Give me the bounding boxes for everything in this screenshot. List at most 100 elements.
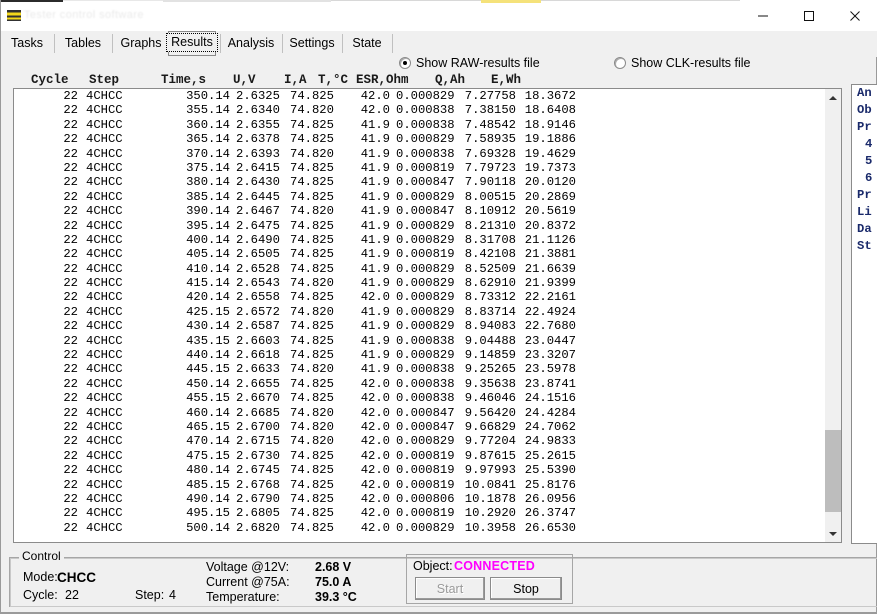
- cell-esr: 0.000829: [396, 319, 455, 334]
- table-row[interactable]: 22 4CHCC 440.14 2.6618 74.825 41.9 0.000829 9.1…: [14, 348, 825, 362]
- cell-time: 445.15: [186, 362, 230, 377]
- side-list-item[interactable]: An: [852, 85, 877, 102]
- results-vertical-scrollbar[interactable]: [825, 88, 842, 543]
- close-icon: [850, 10, 860, 21]
- side-list-item[interactable]: 6: [852, 170, 877, 187]
- cell-voltage: 2.6528: [236, 261, 280, 276]
- tab-tasks[interactable]: Tasks: [5, 31, 49, 56]
- tab-tables[interactable]: Tables: [58, 31, 108, 56]
- cell-current: 74.820: [290, 362, 334, 377]
- close-button[interactable]: [832, 0, 877, 31]
- table-row[interactable]: 22 4CHCC 385.14 2.6445 74.825 41.9 0.000829 8.0…: [14, 190, 825, 204]
- cell-esr: 0.000847: [396, 405, 455, 420]
- radio-show-raw-results[interactable]: Show RAW-results file: [399, 56, 540, 70]
- table-row[interactable]: 22 4CHCC 400.14 2.6490 74.825 41.9 0.000829 8.3…: [14, 233, 825, 247]
- cell-charge: 9.87615: [464, 448, 516, 463]
- table-row[interactable]: 22 4CHCC 410.14 2.6528 74.825 41.9 0.000829 8.5…: [14, 262, 825, 276]
- table-row[interactable]: 22 4CHCC 495.15 2.6805 74.825 42.0 0.000819 10.…: [14, 506, 825, 520]
- table-row[interactable]: 22 4CHCC 350.14 2.6325 74.825 42.0 0.000829 7.2…: [14, 89, 825, 103]
- table-row[interactable]: 22 4CHCC 435.15 2.6603 74.825 41.9 0.000838 9.0…: [14, 334, 825, 348]
- table-row[interactable]: 22 4CHCC 365.14 2.6378 74.825 41.9 0.000829 7.5…: [14, 132, 825, 146]
- side-list-item[interactable]: Li: [852, 204, 877, 221]
- table-row[interactable]: 22 4CHCC 450.14 2.6655 74.825 42.0 0.000838 9.3…: [14, 377, 825, 391]
- tab-state-label: State: [352, 35, 382, 50]
- cell-energy: 24.4284: [524, 405, 576, 420]
- maximize-button[interactable]: [786, 0, 832, 31]
- table-row[interactable]: 22 4CHCC 390.14 2.6467 74.820 41.9 0.000847 8.1…: [14, 204, 825, 218]
- table-row[interactable]: 22 4CHCC 465.15 2.6700 74.820 42.0 0.000847 9.6…: [14, 420, 825, 434]
- voltage-value: 2.68 V: [315, 560, 352, 574]
- side-list-panel[interactable]: An Ob Pr 4 5 6 Pr Li Da St: [851, 84, 877, 544]
- tab-results[interactable]: Results: [166, 31, 218, 56]
- side-list-item[interactable]: Pr: [852, 119, 877, 136]
- column-header-charge: Q,Ah: [435, 73, 466, 87]
- table-row[interactable]: 22 4CHCC 380.14 2.6430 74.825 41.9 0.000847 7.9…: [14, 175, 825, 189]
- cell-time: 360.14: [186, 117, 230, 132]
- column-header-temperature: T,°C: [318, 73, 349, 87]
- table-row[interactable]: 22 4CHCC 370.14 2.6393 74.820 41.9 0.000838 7.6…: [14, 147, 825, 161]
- cell-charge: 7.90118: [464, 175, 516, 190]
- table-row[interactable]: 22 4CHCC 355.14 2.6340 74.820 42.0 0.000838 7.3…: [14, 103, 825, 117]
- side-list-item[interactable]: Ob: [852, 102, 877, 119]
- table-row[interactable]: 22 4CHCC 425.15 2.6572 74.820 41.9 0.000829 8.8…: [14, 305, 825, 319]
- table-row[interactable]: 22 4CHCC 405.14 2.6505 74.825 41.9 0.000819 8.4…: [14, 247, 825, 261]
- cell-current: 74.820: [290, 276, 334, 291]
- radio-show-clk-results-label: Show CLK-results file: [631, 56, 751, 70]
- cell-cycle: 22: [63, 419, 78, 434]
- table-row[interactable]: 22 4CHCC 475.15 2.6730 74.825 42.0 0.000819 9.8…: [14, 449, 825, 463]
- tab-graphs[interactable]: Graphs: [115, 31, 167, 56]
- cell-current: 74.825: [290, 261, 334, 276]
- table-row[interactable]: 22 4CHCC 455.15 2.6670 74.825 42.0 0.000838 9.4…: [14, 391, 825, 405]
- scrollbar-thumb[interactable]: [825, 430, 841, 512]
- cell-cycle: 22: [63, 319, 78, 334]
- cell-voltage: 2.6415: [236, 160, 280, 175]
- table-row[interactable]: 22 4CHCC 395.14 2.6475 74.825 41.9 0.000829 8.2…: [14, 219, 825, 233]
- application-window: Tester control software Tasks Tables Gra…: [0, 0, 877, 614]
- table-row[interactable]: 22 4CHCC 490.14 2.6790 74.825 42.0 0.000806 10.…: [14, 492, 825, 506]
- side-list-item[interactable]: 5: [852, 153, 877, 170]
- cell-step: 4CHCC: [86, 247, 123, 262]
- tab-state[interactable]: State: [345, 31, 389, 56]
- cell-step: 4CHCC: [86, 218, 123, 233]
- side-list-item[interactable]: 4: [852, 136, 877, 153]
- radio-show-raw-results-label: Show RAW-results file: [416, 56, 540, 70]
- table-row[interactable]: 22 4CHCC 415.14 2.6543 74.820 41.9 0.000829 8.6…: [14, 276, 825, 290]
- side-list-item[interactable]: Da: [852, 221, 877, 238]
- cell-temperature: 41.9: [360, 319, 390, 334]
- cell-time: 395.14: [186, 218, 230, 233]
- table-row[interactable]: 22 4CHCC 460.14 2.6685 74.820 42.0 0.000847 9.5…: [14, 406, 825, 420]
- table-row[interactable]: 22 4CHCC 480.14 2.6745 74.825 42.0 0.000819 9.9…: [14, 463, 825, 477]
- table-row[interactable]: 22 4CHCC 430.14 2.6587 74.825 41.9 0.000829 8.9…: [14, 319, 825, 333]
- tab-analysis[interactable]: Analysis: [223, 31, 279, 56]
- table-row[interactable]: 22 4CHCC 360.14 2.6355 74.825 41.9 0.000838 7.4…: [14, 118, 825, 132]
- table-row[interactable]: 22 4CHCC 420.14 2.6558 74.825 42.0 0.000829 8.7…: [14, 290, 825, 304]
- table-row[interactable]: 22 4CHCC 470.14 2.6715 74.820 42.0 0.000829 9.7…: [14, 434, 825, 448]
- scroll-down-button[interactable]: [825, 525, 841, 542]
- cell-temperature: 41.9: [360, 218, 390, 233]
- start-button[interactable]: Start: [415, 577, 485, 600]
- side-list-item[interactable]: Pr: [852, 187, 877, 204]
- tab-settings[interactable]: Settings: [285, 31, 339, 56]
- cell-voltage: 2.6445: [236, 189, 280, 204]
- minimize-button[interactable]: [740, 0, 786, 31]
- results-list[interactable]: 22 4CHCC 350.14 2.6325 74.825 42.0 0.000829 7.2…: [13, 88, 825, 543]
- cell-esr: 0.000847: [396, 175, 455, 190]
- cell-voltage: 2.6587: [236, 319, 280, 334]
- table-row[interactable]: 22 4CHCC 500.14 2.6820 74.825 42.0 0.000829 10.…: [14, 521, 825, 535]
- cell-cycle: 22: [63, 189, 78, 204]
- stop-button[interactable]: Stop: [490, 577, 562, 600]
- column-header-esr: ESR,Ohm: [356, 73, 409, 87]
- table-row[interactable]: 22 4CHCC 375.14 2.6415 74.825 41.9 0.000819 7.7…: [14, 161, 825, 175]
- table-row[interactable]: 22 4CHCC 485.15 2.6768 74.825 42.0 0.000819 10.…: [14, 478, 825, 492]
- cell-step: 4CHCC: [86, 103, 123, 118]
- cell-voltage: 2.6820: [236, 520, 280, 535]
- cell-current: 74.820: [290, 103, 334, 118]
- cell-time: 500.14: [186, 520, 230, 535]
- scroll-up-button[interactable]: [825, 89, 841, 106]
- scrollbar-track[interactable]: [825, 106, 841, 527]
- side-list-item[interactable]: St: [852, 238, 877, 255]
- cell-esr: 0.000819: [396, 448, 455, 463]
- radio-show-clk-results[interactable]: Show CLK-results file: [614, 56, 751, 70]
- cell-step: 4CHCC: [86, 204, 123, 219]
- table-row[interactable]: 22 4CHCC 445.15 2.6633 74.820 41.9 0.000838 9.2…: [14, 362, 825, 376]
